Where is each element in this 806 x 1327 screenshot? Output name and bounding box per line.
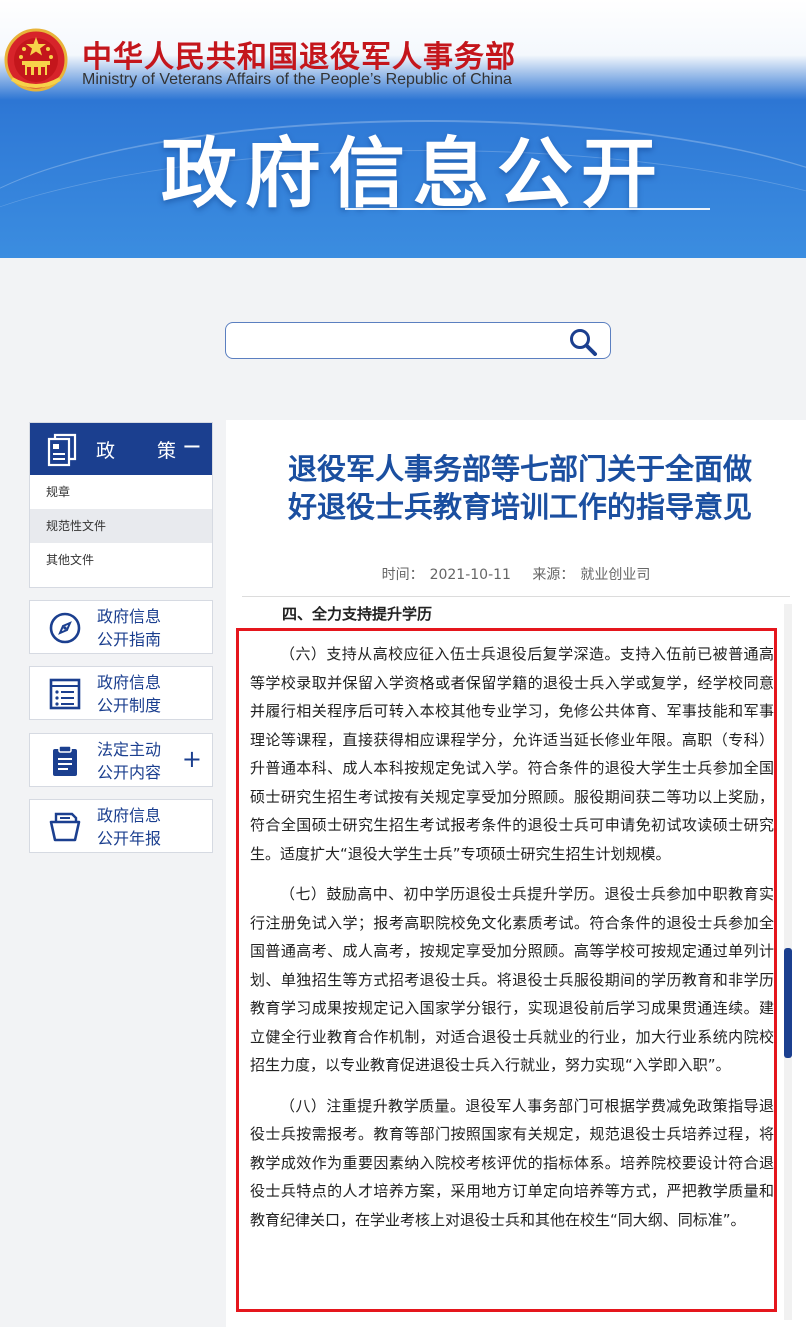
- list-document-icon: [49, 678, 81, 710]
- sidebar-link-disclosure-system[interactable]: 政府信息 公开制度: [29, 666, 213, 720]
- sidebar-link-disclosure-guide[interactable]: 政府信息 公开指南: [29, 600, 213, 654]
- article-title: 退役军人事务部等七部门关于全面做 好退役士兵教育培训工作的指导意见: [238, 450, 802, 526]
- sidebar-link-label-line1: 政府信息: [97, 673, 162, 692]
- document-stack-icon: [47, 433, 77, 467]
- sidebar-link-label-line1: 政府信息: [97, 806, 162, 825]
- sidebar-item-other-documents[interactable]: 其他文件: [30, 543, 212, 577]
- sidebar-link-label-line2: 公开内容: [97, 763, 162, 782]
- search-icon[interactable]: [568, 328, 598, 356]
- paragraph-list: （六）支持从高校应征入伍士兵退役后复学深造。支持入伍前已被普通高等学校录取并保留…: [250, 640, 774, 1246]
- sidebar-link-label-line1: 政府信息: [97, 607, 162, 626]
- org-name-cn[interactable]: 中华人民共和国退役军人事务部: [82, 32, 516, 76]
- open-folder-icon: [49, 812, 81, 842]
- sidebar-link-label: 政府信息 公开指南: [97, 605, 161, 651]
- article-title-line2: 好退役士兵教育培训工作的指导意见: [287, 490, 752, 524]
- article-scrollbar[interactable]: [784, 604, 792, 1320]
- clipboard-icon: [53, 745, 77, 776]
- collapse-icon[interactable]: −: [182, 433, 202, 459]
- scrollbar-thumb[interactable]: [784, 948, 792, 1058]
- national-emblem-icon[interactable]: [4, 27, 68, 93]
- article-divider: [242, 596, 790, 597]
- sidebar-policy-panel: 政策 − 规章 规范性文件 其他文件: [29, 422, 213, 588]
- sidebar-link-label: 政府信息 公开制度: [97, 671, 161, 717]
- publish-date: 2021-10-11: [429, 567, 511, 583]
- expand-icon[interactable]: +: [182, 746, 202, 772]
- section-heading: 四、全力支持提升学历: [282, 605, 433, 623]
- banner-underline: [345, 208, 710, 210]
- article-panel: 退役军人事务部等七部门关于全面做 好退役士兵教育培训工作的指导意见 时间： 202…: [226, 420, 806, 1327]
- sidebar-item-normative-documents[interactable]: 规范性文件: [30, 509, 212, 543]
- article-body: 四、全力支持提升学历 （六）支持从高校应征入伍士兵退役后复学深造。支持入伍前已被…: [242, 600, 789, 1327]
- sidebar-policy-header[interactable]: 政策 −: [30, 423, 212, 475]
- paragraph: （七）鼓励高中、初中学历退役士兵提升学历。退役士兵参加中职教育实行注册免试入学；…: [250, 885, 774, 1074]
- compass-icon: [49, 612, 81, 644]
- paragraph: （六）支持从高校应征入伍士兵退役后复学深造。支持入伍前已被普通高等学校录取并保留…: [250, 645, 774, 863]
- sidebar-link-label-line2: 公开制度: [97, 696, 162, 715]
- sidebar-link-label: 法定主动 公开内容: [97, 738, 161, 784]
- article-title-line1: 退役军人事务部等七部门关于全面做: [287, 452, 752, 486]
- search-input[interactable]: [234, 327, 554, 355]
- sidebar-link-label: 政府信息 公开年报: [97, 804, 161, 850]
- source-label: 来源：: [532, 567, 575, 583]
- search-box: [225, 322, 611, 359]
- header-banner: 中华人民共和国退役军人事务部 Ministry of Veterans Affa…: [0, 0, 806, 258]
- org-name-en[interactable]: Ministry of Veterans Affairs of the Peop…: [82, 71, 512, 89]
- source-value: 就业创业司: [580, 567, 651, 583]
- sidebar-link-annual-report[interactable]: 政府信息 公开年报: [29, 799, 213, 853]
- sidebar-link-statutory-content[interactable]: 法定主动 公开内容 +: [29, 733, 213, 787]
- banner-title: 政府信息公开: [161, 129, 665, 218]
- paragraph: （八）注重提升教学质量。退役军人事务部门可根据学费减免政策指导退役士兵按需报考。…: [250, 1096, 774, 1229]
- time-label: 时间：: [381, 567, 424, 583]
- sidebar-item-rules[interactable]: 规章: [30, 475, 212, 509]
- article-meta: 时间： 2021-10-11 来源： 就业创业司: [226, 564, 806, 584]
- sidebar-link-label-line2: 公开年报: [97, 829, 162, 848]
- sidebar-link-label-line1: 法定主动: [97, 740, 162, 759]
- sidebar-link-label-line2: 公开指南: [97, 630, 162, 649]
